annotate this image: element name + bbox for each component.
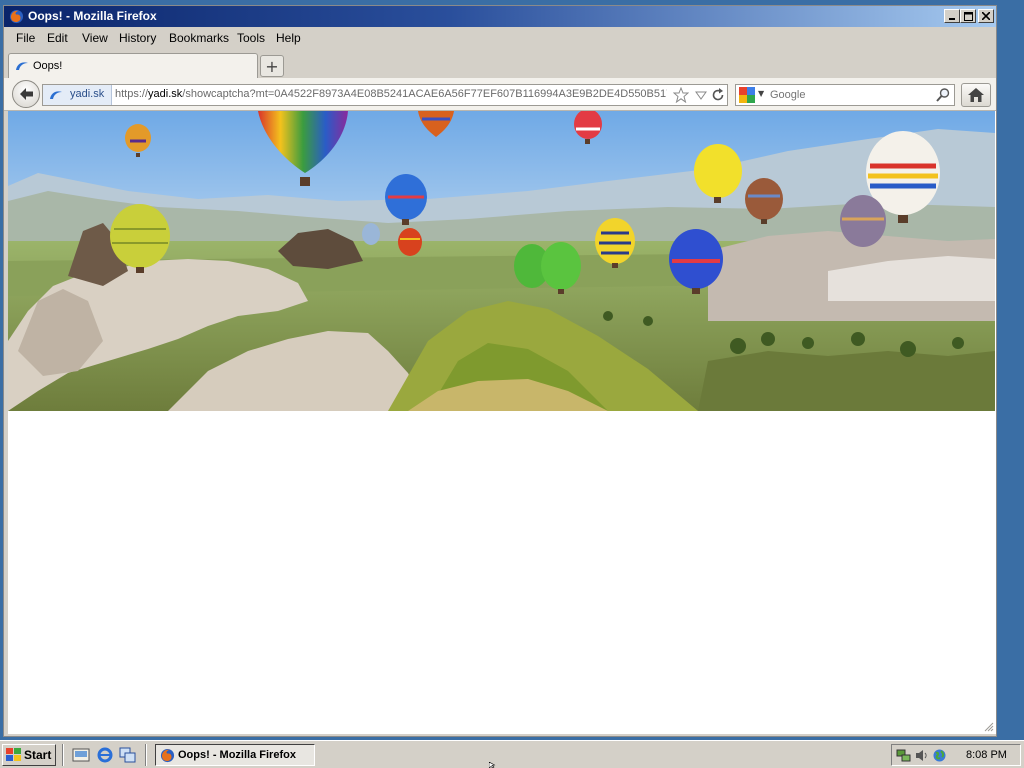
resize-grip-icon[interactable] [984, 722, 994, 732]
back-arrow-icon [20, 88, 33, 100]
firefox-icon [9, 9, 24, 24]
window-title: Oops! - Mozilla Firefox [28, 9, 157, 23]
menu-bar: File Edit View History Bookmarks Tools H… [4, 27, 996, 49]
system-tray: 8:08 PM [891, 744, 1021, 766]
maximize-icon [963, 11, 973, 21]
taskbar-button-label: Oops! - Mozilla Firefox [178, 749, 296, 761]
menu-bookmarks[interactable]: Bookmarks [169, 31, 229, 45]
start-button[interactable]: Start [2, 744, 56, 766]
taskbar: Start Oops! - Mozilla Firefox 8:08 PM [0, 740, 1024, 768]
maximize-button[interactable] [960, 9, 976, 23]
url-scheme: https:// [115, 88, 149, 100]
minimize-icon [949, 18, 955, 20]
minimize-button[interactable] [944, 9, 960, 23]
bookmark-star-icon[interactable] [673, 87, 689, 103]
identity-label: yadi.sk [70, 88, 105, 100]
search-bar[interactable]: ▼ [735, 84, 955, 106]
search-input[interactable] [770, 87, 920, 103]
internet-explorer-icon[interactable] [96, 747, 114, 763]
menu-edit[interactable]: Edit [47, 31, 68, 45]
url-history-dropdown-icon[interactable] [693, 87, 709, 103]
menu-help[interactable]: Help [276, 31, 301, 45]
menu-file[interactable]: File [16, 31, 35, 45]
clock: 8:08 PM [966, 749, 1007, 761]
google-icon[interactable] [739, 87, 755, 103]
mouse-cursor-icon [489, 762, 496, 768]
back-button[interactable] [12, 80, 40, 108]
url-host: yadi.sk [148, 88, 183, 100]
start-label: Start [24, 748, 52, 762]
tab-oops[interactable]: Oops! [8, 53, 258, 78]
url-bar[interactable]: yadi.sk https://yadi.sk/showcaptcha?mt=0… [42, 84, 728, 106]
close-button[interactable] [978, 9, 994, 23]
yadi-sk-favicon-icon [16, 62, 28, 70]
page-content [8, 111, 996, 734]
title-bar[interactable]: Oops! - Mozilla Firefox [4, 6, 996, 27]
home-icon [968, 88, 984, 102]
taskbar-separator [145, 744, 147, 766]
search-icon[interactable] [935, 87, 951, 103]
new-tab-button[interactable]: + [260, 55, 284, 77]
menu-history[interactable]: History [119, 31, 156, 45]
close-icon [982, 12, 990, 20]
window-switch-icon[interactable] [119, 747, 137, 763]
windows-logo-icon [6, 748, 21, 761]
url-text[interactable]: https://yadi.sk/showcaptcha?mt=0A4522F89… [115, 88, 667, 100]
menu-tools[interactable]: Tools [237, 31, 265, 45]
globe-icon[interactable] [932, 748, 947, 763]
engine-dropdown-icon[interactable]: ▼ [758, 89, 764, 98]
reload-icon[interactable] [710, 87, 726, 103]
browser-window: Oops! - Mozilla Firefox File Edit View H… [3, 5, 997, 737]
taskbar-separator [62, 744, 64, 766]
tab-label: Oops! [33, 60, 63, 72]
home-button[interactable] [961, 83, 991, 107]
tab-strip: Oops! + [4, 50, 996, 78]
url-path: /showcaptcha?mt=0A4522F8973A4E08B5241ACA… [182, 88, 667, 100]
firefox-icon [160, 748, 175, 763]
plus-icon: + [265, 56, 279, 76]
taskbar-firefox-button[interactable]: Oops! - Mozilla Firefox [155, 744, 315, 766]
site-identity-button[interactable]: yadi.sk [43, 85, 112, 105]
show-desktop-icon[interactable] [72, 747, 90, 763]
yadi-sk-favicon-icon [50, 91, 62, 99]
hot-air-balloons-banner [8, 111, 995, 411]
network-icon[interactable] [896, 748, 911, 763]
navigation-bar: yadi.sk https://yadi.sk/showcaptcha?mt=0… [4, 78, 996, 111]
menu-view[interactable]: View [82, 31, 108, 45]
volume-icon[interactable] [914, 748, 929, 763]
